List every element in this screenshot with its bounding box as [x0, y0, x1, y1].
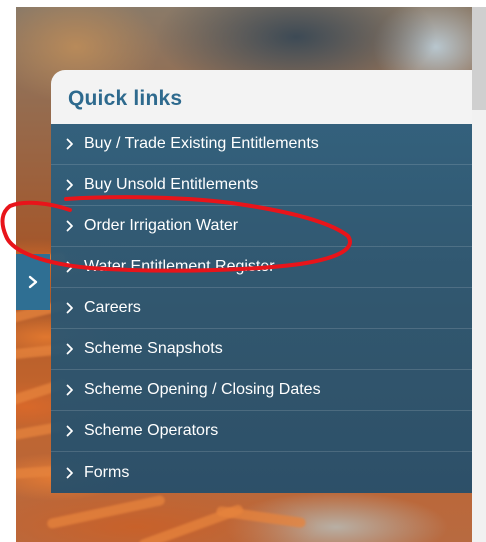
- scrollbar-thumb[interactable]: [472, 7, 486, 110]
- quick-link-label: Forms: [84, 463, 130, 481]
- side-panel-toggle[interactable]: [16, 254, 50, 310]
- quick-link-label: Order Irrigation Water: [84, 217, 239, 234]
- quick-link-label: Careers: [84, 299, 141, 316]
- quick-link-label: Scheme Operators: [84, 422, 219, 439]
- quick-link-buy-unsold-entitlements[interactable]: Buy Unsold Entitlements: [51, 165, 472, 206]
- quick-links-title: Quick links: [68, 87, 183, 110]
- quick-links-panel: Quick links Buy / Trade Existing Entitle…: [51, 70, 472, 493]
- chevron-right-icon: [28, 275, 38, 289]
- page-frame: Quick links Buy / Trade Existing Entitle…: [0, 0, 486, 542]
- quick-link-scheme-operators[interactable]: Scheme Operators: [51, 411, 472, 452]
- quick-links-list: Buy / Trade Existing Entitlements Buy Un…: [51, 124, 472, 493]
- chevron-right-icon: [66, 425, 84, 437]
- quick-link-scheme-snapshots[interactable]: Scheme Snapshots: [51, 329, 472, 370]
- quick-link-forms[interactable]: Forms: [51, 452, 472, 493]
- quick-link-label: Buy Unsold Entitlements: [84, 176, 259, 193]
- quick-link-water-entitlement-register[interactable]: Water Entitlement Register: [51, 247, 472, 288]
- chevron-right-icon: [66, 220, 84, 232]
- quick-links-header: Quick links: [51, 70, 472, 124]
- quick-link-buy-trade-existing-entitlements[interactable]: Buy / Trade Existing Entitlements: [51, 124, 472, 165]
- quick-link-label: Scheme Snapshots: [84, 340, 223, 357]
- chevron-right-icon: [66, 384, 84, 396]
- quick-link-label: Buy / Trade Existing Entitlements: [84, 135, 319, 152]
- chevron-right-icon: [66, 179, 84, 191]
- chevron-right-icon: [66, 261, 84, 273]
- quick-link-careers[interactable]: Careers: [51, 288, 472, 329]
- quick-link-order-irrigation-water[interactable]: Order Irrigation Water: [51, 206, 472, 247]
- chevron-right-icon: [66, 138, 84, 150]
- quick-link-scheme-opening-closing-dates[interactable]: Scheme Opening / Closing Dates: [51, 370, 472, 411]
- quick-link-label: Scheme Opening / Closing Dates: [84, 381, 321, 398]
- quick-link-label: Water Entitlement Register: [84, 258, 275, 275]
- chevron-right-icon: [66, 343, 84, 355]
- chevron-right-icon: [66, 302, 84, 314]
- chevron-right-icon: [66, 467, 84, 479]
